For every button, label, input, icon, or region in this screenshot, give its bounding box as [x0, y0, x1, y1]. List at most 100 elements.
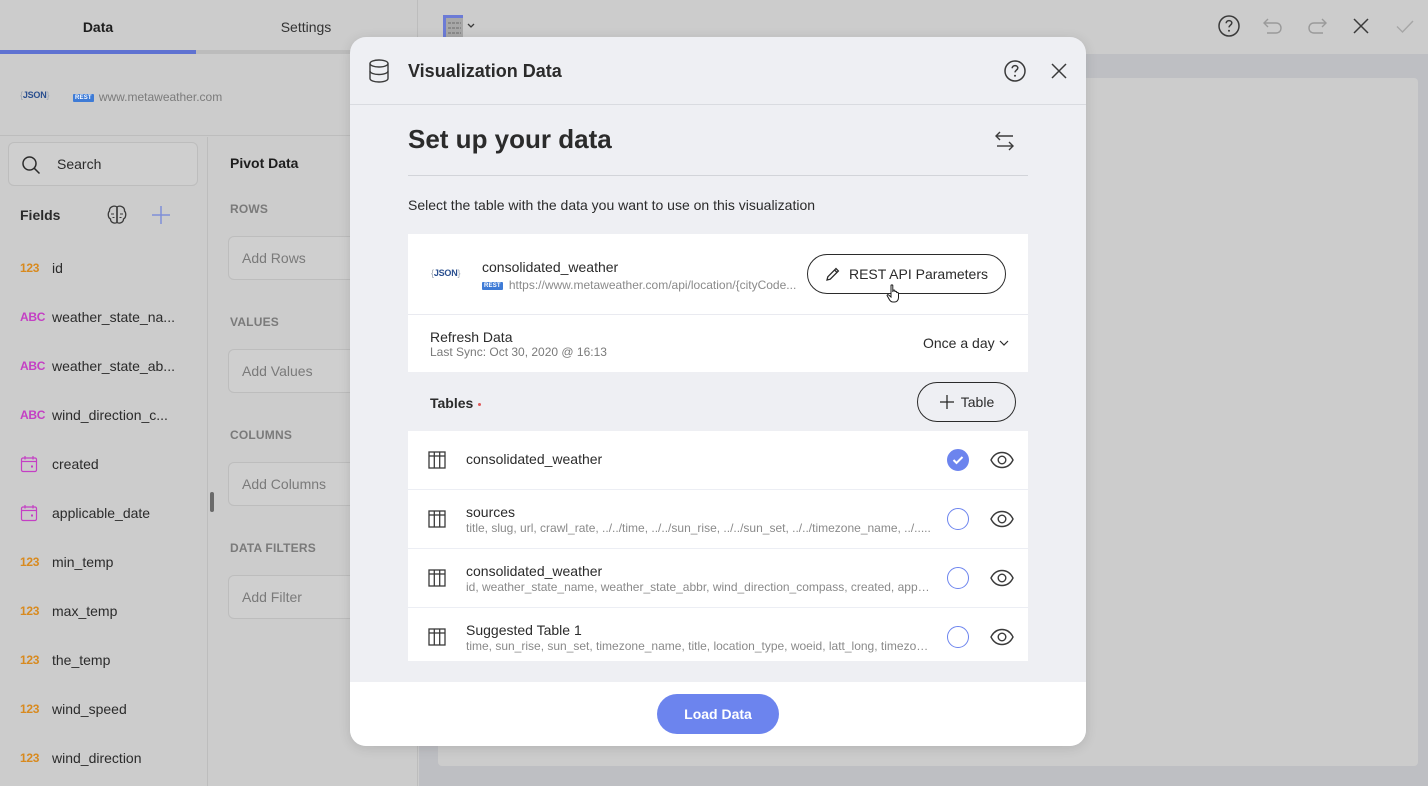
setup-description: Select the table with the data you want … [408, 197, 816, 213]
table-columns: time, sun_rise, sun_set, timezone_name, … [466, 639, 932, 653]
undo-icon[interactable] [1261, 14, 1285, 38]
plus-icon [939, 395, 954, 409]
heading-divider [408, 175, 1028, 176]
table-columns: title, slug, url, crawl_rate, ../../time… [466, 521, 931, 535]
data-source-url-text: www.metaweather.com [98, 90, 223, 104]
visualization-data-dialog: Visualization Data Set up your data Sele… [350, 37, 1086, 746]
table-row[interactable]: consolidated_weather id, weather_state_na… [408, 549, 1028, 608]
field-name: applicable_date [52, 504, 151, 521]
dialog-close-icon[interactable] [1047, 59, 1071, 83]
calendar-icon [20, 455, 44, 473]
tab-data[interactable]: Data [0, 0, 196, 54]
table-list: consolidated_weather sources title, slug, … [408, 431, 1028, 661]
preview-eye-icon[interactable] [990, 627, 1014, 647]
number-type-icon: 123 [20, 260, 40, 275]
preview-eye-icon[interactable] [990, 568, 1014, 588]
refresh-frequency-select[interactable]: Once a day [923, 335, 1009, 351]
tables-label: Tables [430, 395, 482, 411]
pivot-title: Pivot Data [230, 155, 299, 171]
text-type-icon: ABC [20, 358, 46, 373]
add-field-icon[interactable] [150, 204, 172, 226]
pivot-section-rows: ROWS [230, 202, 269, 216]
table-name: Suggested Table 1 [466, 622, 582, 638]
table-row[interactable]: consolidated_weather [408, 431, 1028, 490]
field-item[interactable]: 123 the_temp [0, 635, 208, 684]
preview-eye-icon[interactable] [990, 509, 1014, 529]
table-select-radio[interactable] [947, 508, 969, 530]
number-type-icon: 123 [20, 554, 40, 569]
number-type-icon: 123 [20, 750, 40, 765]
table-select-radio[interactable] [947, 626, 969, 648]
check-icon[interactable] [1393, 14, 1417, 38]
field-name: the_temp [52, 651, 111, 668]
table-select-radio[interactable] [947, 567, 969, 589]
field-name: id [52, 259, 63, 276]
field-name: wind_direction [52, 749, 142, 766]
table-name: consolidated_weather [466, 451, 603, 467]
table-select-radio[interactable] [947, 449, 969, 471]
table-name: consolidated_weather [466, 563, 603, 579]
pivot-section-columns: COLUMNS [230, 428, 293, 442]
rest-badge: REST [482, 281, 503, 290]
dialog-title: Visualization Data [408, 61, 562, 81]
brain-icon[interactable] [106, 204, 128, 226]
json-logo-icon: {JSON} [431, 268, 461, 278]
table-row[interactable]: sources title, slug, url, crawl_rate, ../… [408, 490, 1028, 549]
add-table-button[interactable]: Table [917, 382, 1016, 422]
refresh-data-label: Refresh Data [430, 329, 513, 345]
visualization-type-icon[interactable] [441, 15, 477, 37]
pivot-section-filters: DATA FILTERS [230, 541, 316, 555]
source-url: REST https://www.metaweather.com/api/loca… [482, 278, 804, 292]
table-name: sources [466, 504, 516, 520]
table-columns: id, weather_state_name, weather_state_ab… [466, 580, 932, 594]
field-item[interactable]: 123 min_temp [0, 537, 208, 586]
number-type-icon: 123 [20, 652, 40, 667]
help-icon[interactable] [1217, 14, 1241, 38]
required-indicator [478, 402, 482, 406]
data-source-url: REST www.metaweather.com [73, 90, 222, 104]
field-item[interactable]: ABC weather_state_na... [0, 292, 208, 341]
fields-column: Search Fields 123 id ABC weather_state_na..… [0, 137, 208, 786]
fields-header: Fields [20, 207, 61, 223]
table-grid-icon [428, 628, 446, 646]
table-row[interactable]: Suggested Table 1 time, sun_rise, sun_set… [408, 608, 1028, 661]
field-name: max_temp [52, 602, 118, 619]
add-filter-label: Add Filter [242, 589, 302, 605]
rest-api-parameters-button[interactable]: REST API Parameters [807, 254, 1006, 294]
dialog-header: Visualization Data [350, 37, 1086, 105]
field-name: weather_state_na... [52, 308, 175, 325]
field-item[interactable]: 123 max_temp [0, 586, 208, 635]
dialog-help-icon[interactable] [1003, 59, 1027, 83]
source-name: consolidated_weather [482, 259, 619, 275]
field-item[interactable]: ABC wind_direction_c... [0, 390, 208, 439]
redo-icon[interactable] [1305, 14, 1329, 38]
field-item[interactable]: 123 wind_speed [0, 684, 208, 733]
search-icon [22, 156, 41, 175]
text-type-icon: ABC [20, 309, 46, 324]
close-icon[interactable] [1349, 14, 1373, 38]
field-name: min_temp [52, 553, 114, 570]
field-item[interactable]: ABC weather_state_ab... [0, 341, 208, 390]
last-sync-text: Last Sync: Oct 30, 2020 @ 16:13 [430, 345, 607, 359]
preview-eye-icon[interactable] [990, 450, 1014, 470]
fields-search-input[interactable]: Search [8, 142, 198, 186]
table-grid-icon [428, 569, 446, 587]
field-item[interactable]: 123 wind_direction [0, 733, 208, 782]
add-rows-label: Add Rows [242, 250, 306, 266]
swap-arrows-icon[interactable] [993, 128, 1019, 154]
add-table-label: Table [960, 394, 995, 410]
pivot-section-values: VALUES [230, 315, 279, 329]
field-item[interactable]: 123 id [0, 243, 208, 292]
refresh-frequency-value: Once a day [923, 335, 995, 351]
text-type-icon: ABC [20, 407, 46, 422]
field-item[interactable]: applicable_date [0, 488, 208, 537]
rest-api-parameters-label: REST API Parameters [848, 266, 988, 282]
table-grid-icon [428, 451, 446, 469]
field-name: created [52, 455, 99, 472]
field-item[interactable]: created [0, 439, 208, 488]
dialog-footer: Load Data [350, 682, 1086, 746]
json-logo-icon: {JSON} [20, 90, 50, 100]
load-data-button[interactable]: Load Data [657, 694, 779, 734]
field-name: wind_direction_c... [52, 406, 168, 423]
chevron-down-icon [999, 340, 1009, 346]
